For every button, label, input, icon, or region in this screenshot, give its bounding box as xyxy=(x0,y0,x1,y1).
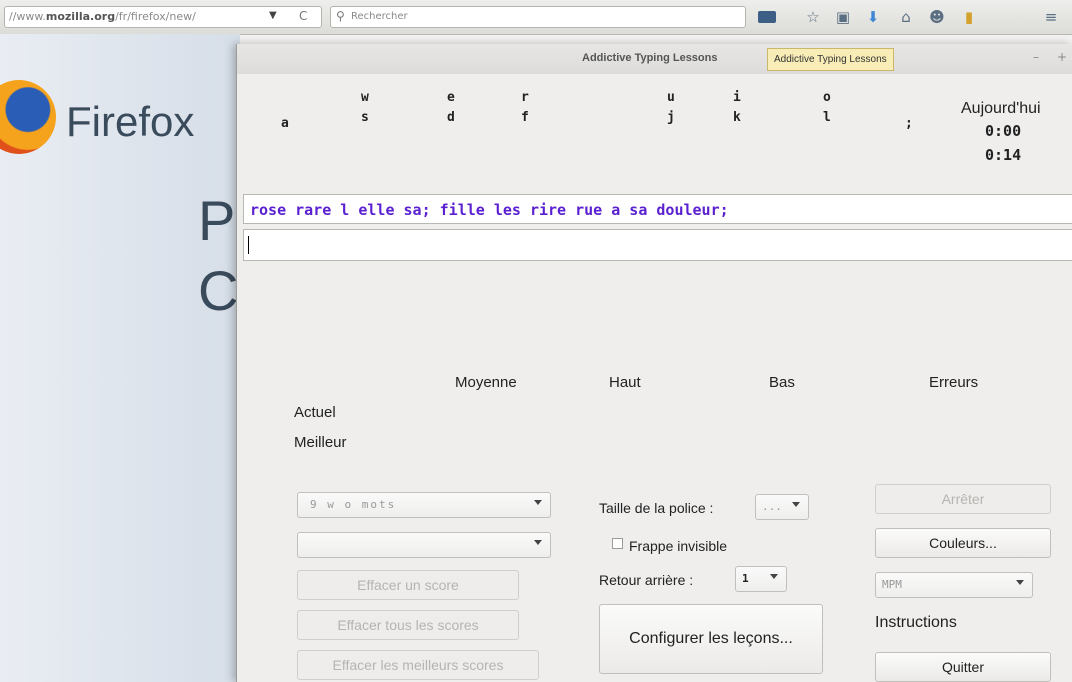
url-text: //www.mozilla.org/fr/firefox/new/ xyxy=(9,10,196,23)
col-errors: Erreurs xyxy=(929,374,979,391)
speed-unit-select[interactable]: MPM xyxy=(875,572,1033,598)
secondary-select[interactable] xyxy=(297,532,551,558)
key-home: j xyxy=(667,110,675,125)
colors-button[interactable]: Couleurs... xyxy=(875,528,1051,558)
col-average: Moyenne xyxy=(455,374,517,391)
minimize-icon[interactable]: – xyxy=(1033,50,1039,64)
page-heading-line2: C xyxy=(198,259,239,322)
speed-unit-value: MPM xyxy=(882,578,902,591)
key-top: e xyxy=(447,90,455,105)
firefox-wordmark: Firefox xyxy=(66,98,195,145)
download-icon[interactable]: ⬇ xyxy=(862,7,884,27)
key-home: a xyxy=(281,116,289,131)
library-icon[interactable]: ▣ xyxy=(832,7,854,27)
key-home: l xyxy=(823,110,831,125)
chevron-down-icon xyxy=(792,502,800,507)
backspace-select[interactable]: 1 xyxy=(735,566,787,592)
search-icon: ⚲ xyxy=(336,9,345,23)
url-history-dropdown-icon[interactable]: ▼ xyxy=(269,10,277,21)
stop-button[interactable]: Arrêter xyxy=(875,484,1051,514)
key-top: u xyxy=(667,90,675,105)
chevron-down-icon xyxy=(1016,580,1024,585)
today-label: Aujourd'hui xyxy=(961,100,1041,117)
typing-lessons-addon-icon[interactable] xyxy=(756,7,778,27)
row-best: Meilleur xyxy=(294,434,347,451)
row-current: Actuel xyxy=(294,404,336,421)
backspace-value: 1 xyxy=(742,572,749,585)
search-bar[interactable]: ⚲ Rechercher xyxy=(330,6,746,28)
session-time: 0:14 xyxy=(985,146,1022,164)
key-top: r xyxy=(521,90,529,105)
invisible-typing-checkbox[interactable] xyxy=(612,538,623,549)
configure-lessons-button[interactable]: Configurer les leçons... xyxy=(599,604,823,674)
typing-input[interactable] xyxy=(243,229,1072,261)
backspace-label: Retour arrière : xyxy=(599,572,694,588)
menu-icon[interactable]: ≡ xyxy=(1040,7,1062,27)
key-top: w xyxy=(361,90,369,105)
key-home: d xyxy=(447,110,455,125)
clear-score-button[interactable]: Effacer un score xyxy=(297,570,519,600)
font-size-value: ... xyxy=(762,500,782,513)
browser-toolbar: //www.mozilla.org/fr/firefox/new/ ▼ C ⚲ … xyxy=(0,0,1072,35)
key-home: k xyxy=(733,110,741,125)
extension-icon[interactable]: ▮ xyxy=(958,7,980,27)
typing-lessons-window: Addictive Typing Lessons – + Addictive T… xyxy=(236,44,1072,682)
url-bar[interactable]: //www.mozilla.org/fr/firefox/new/ ▼ C xyxy=(4,6,322,28)
key-home: s xyxy=(361,110,369,125)
key-top: i xyxy=(733,90,741,105)
invisible-typing-label: Frappe invisible xyxy=(629,538,728,554)
instructions-label[interactable]: Instructions xyxy=(875,614,957,632)
col-low: Bas xyxy=(769,374,795,391)
firefox-page: Firefox xyxy=(0,34,240,682)
lesson-select[interactable]: 9 w o mots xyxy=(297,492,551,518)
today-time: 0:00 xyxy=(985,122,1022,140)
lesson-select-value: 9 w o mots xyxy=(310,498,397,511)
font-size-label: Taille de la police : xyxy=(599,500,714,516)
text-caret xyxy=(248,236,249,254)
window-title: Addictive Typing Lessons xyxy=(582,52,718,64)
maximize-icon[interactable]: + xyxy=(1057,50,1067,64)
chevron-down-icon xyxy=(770,574,778,579)
firefox-logo-icon xyxy=(0,80,56,154)
reload-icon[interactable]: C xyxy=(299,9,307,23)
clear-best-scores-button[interactable]: Effacer les meilleurs scores xyxy=(297,650,539,680)
key-home: ; xyxy=(905,116,913,131)
home-icon[interactable]: ⌂ xyxy=(895,7,917,27)
lesson-text-box: rose rare l elle sa; fille les rire rue … xyxy=(243,194,1072,224)
chevron-down-icon xyxy=(534,540,542,545)
lesson-text: rose rare l elle sa; fille les rire rue … xyxy=(250,201,729,219)
window-titlebar[interactable]: Addictive Typing Lessons – + xyxy=(237,44,1072,74)
col-high: Haut xyxy=(609,374,641,391)
addon-tooltip: Addictive Typing Lessons xyxy=(767,48,894,71)
feedback-icon[interactable]: ☻ xyxy=(926,7,948,27)
key-home: f xyxy=(521,110,529,125)
bookmark-star-icon[interactable]: ☆ xyxy=(802,7,824,27)
font-size-select[interactable]: ... xyxy=(755,494,809,520)
key-top: o xyxy=(823,90,831,105)
chevron-down-icon xyxy=(534,500,542,505)
quit-button[interactable]: Quitter xyxy=(875,652,1051,682)
page-heading-line1: P xyxy=(198,189,236,252)
clear-all-scores-button[interactable]: Effacer tous les scores xyxy=(297,610,519,640)
search-placeholder: Rechercher xyxy=(351,11,408,22)
